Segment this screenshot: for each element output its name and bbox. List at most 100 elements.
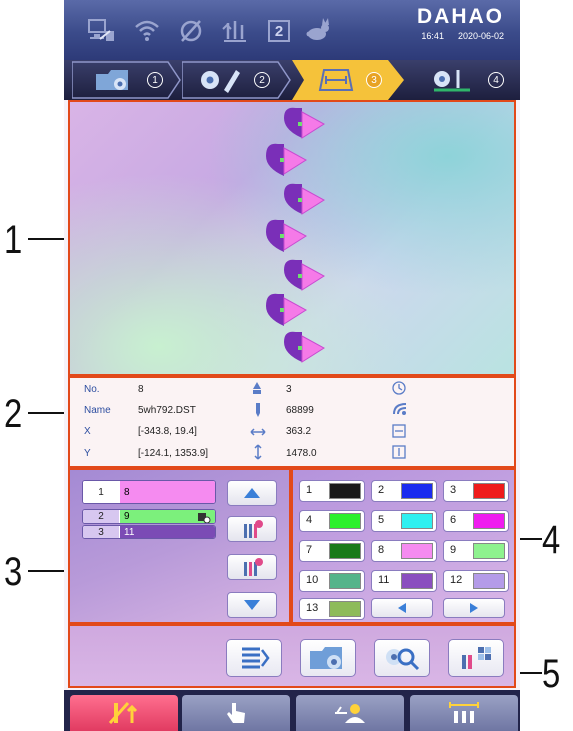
x-label: X bbox=[84, 426, 91, 437]
device-screen: 2 DAHAO 16:41 2020-06-02 1 2 3 4 No. 8 N… bbox=[64, 0, 520, 731]
height-value: 1478.0 bbox=[286, 448, 317, 459]
sequence-row-3[interactable]: 3 11 bbox=[82, 525, 216, 539]
sequence-index: 1 bbox=[83, 481, 119, 503]
no-label: No. bbox=[84, 384, 100, 395]
palette-prev-button[interactable] bbox=[371, 598, 433, 618]
palette-8[interactable]: 8 bbox=[371, 540, 437, 562]
palette-12[interactable]: 12 bbox=[443, 570, 509, 592]
needle-settings-button[interactable] bbox=[448, 639, 504, 677]
flower-needle-icon bbox=[430, 66, 474, 99]
palette-number: 4 bbox=[306, 514, 313, 526]
step-3[interactable]: 3 bbox=[292, 60, 404, 100]
stitch-count-icon bbox=[252, 402, 264, 423]
palette-11[interactable]: 11 bbox=[371, 570, 437, 592]
palette-number: 2 bbox=[378, 484, 385, 496]
scroll-down-button[interactable] bbox=[227, 592, 277, 618]
palette-swatch bbox=[329, 543, 361, 559]
palette-swatch bbox=[401, 483, 433, 499]
rabbit-speed-icon bbox=[302, 14, 336, 48]
step-4-number: 4 bbox=[488, 72, 504, 88]
tab-operator[interactable] bbox=[296, 695, 404, 731]
palette-5[interactable]: 5 bbox=[371, 510, 437, 532]
palette-7[interactable]: 7 bbox=[299, 540, 365, 562]
palette-swatch bbox=[473, 543, 505, 559]
arrow-right-icon bbox=[470, 603, 478, 613]
palette-number: 8 bbox=[378, 544, 385, 556]
palette-number: 3 bbox=[450, 484, 457, 496]
flower-pencil-icon bbox=[198, 66, 242, 99]
palette-swatch bbox=[329, 513, 361, 529]
palette-number: 1 bbox=[306, 484, 313, 496]
palette-swatch bbox=[473, 513, 505, 529]
height-icon bbox=[253, 444, 263, 465]
tab-manual[interactable] bbox=[182, 695, 290, 731]
scroll-up-button[interactable] bbox=[227, 480, 277, 506]
sequence-list-icon bbox=[242, 647, 270, 669]
tab-frame-needles[interactable] bbox=[410, 695, 518, 731]
palette-number: 6 bbox=[450, 514, 457, 526]
step-2[interactable]: 2 bbox=[182, 60, 292, 100]
palette-number: 7 bbox=[306, 544, 313, 556]
main-content: No. 8 Name 5wh792.DST X [-343.8, 19.4] Y… bbox=[64, 100, 520, 690]
needle-add-button[interactable] bbox=[227, 516, 277, 542]
name-value: 5wh792.DST bbox=[138, 405, 196, 416]
brand-name: DAHAO bbox=[417, 5, 504, 28]
callout-4: 4 bbox=[542, 518, 561, 562]
color-palette-panel: 1 2 3 4 5 6 7 8 9 10 11 12 13 bbox=[291, 468, 516, 624]
head-number: 2 bbox=[268, 20, 290, 42]
y-label: Y bbox=[84, 448, 91, 459]
color-count-value: 3 bbox=[286, 384, 292, 395]
design-preview[interactable] bbox=[68, 100, 516, 376]
frame-needles-icon bbox=[449, 702, 479, 723]
palette-swatch bbox=[329, 483, 361, 499]
wifi-icon bbox=[130, 14, 164, 48]
search-design-button[interactable] bbox=[374, 639, 430, 677]
sequence-index: 2 bbox=[83, 510, 119, 523]
tab-needle-switch[interactable] bbox=[70, 695, 178, 731]
no-value: 8 bbox=[138, 384, 144, 395]
head-number-box: 2 bbox=[262, 14, 296, 48]
open-design-button[interactable] bbox=[300, 639, 356, 677]
sequence-list-button[interactable] bbox=[226, 639, 282, 677]
network-computer-icon bbox=[84, 14, 118, 48]
palette-10[interactable]: 10 bbox=[299, 570, 365, 592]
color-count-icon bbox=[250, 381, 264, 400]
palette-6[interactable]: 6 bbox=[443, 510, 509, 532]
step-1[interactable]: 1 bbox=[72, 60, 182, 100]
arrow-up-icon bbox=[244, 488, 260, 498]
palette-9[interactable]: 9 bbox=[443, 540, 509, 562]
palette-1[interactable]: 1 bbox=[299, 480, 365, 502]
palette-13[interactable]: 13 bbox=[299, 598, 365, 620]
x-value: [-343.8, 19.4] bbox=[138, 426, 197, 437]
palette-number: 11 bbox=[378, 574, 390, 586]
status-bar: 2 DAHAO 16:41 2020-06-02 bbox=[64, 0, 520, 60]
sequence-row-1[interactable]: 1 8 bbox=[82, 480, 216, 504]
palette-2[interactable]: 2 bbox=[371, 480, 437, 502]
bottom-nav bbox=[64, 690, 520, 731]
action-bar bbox=[68, 624, 516, 688]
palette-3[interactable]: 3 bbox=[443, 480, 509, 502]
folder-flower-icon bbox=[310, 647, 342, 669]
sequence-index: 3 bbox=[83, 526, 119, 538]
width-value: 363.2 bbox=[286, 426, 312, 437]
palette-swatch bbox=[329, 601, 361, 617]
callout-3: 3 bbox=[4, 550, 23, 594]
clock-date: 2020-06-02 bbox=[457, 31, 504, 41]
palette-number: 9 bbox=[450, 544, 457, 556]
needle-remove-button[interactable] bbox=[227, 554, 277, 580]
frame-height-icon bbox=[392, 445, 406, 464]
needle-switch-icon bbox=[108, 701, 138, 725]
sequence-value: 11 bbox=[120, 526, 215, 538]
step-1-number: 1 bbox=[147, 72, 163, 88]
palette-next-button[interactable] bbox=[443, 598, 505, 618]
needle-add-icon bbox=[244, 520, 263, 538]
palette-number: 13 bbox=[306, 602, 319, 614]
disconnected-icon bbox=[174, 14, 208, 48]
sequence-value: 8 bbox=[120, 481, 215, 503]
palette-swatch bbox=[329, 573, 361, 589]
embroidery-design bbox=[266, 107, 325, 363]
step-4[interactable]: 4 bbox=[404, 60, 516, 100]
palette-4[interactable]: 4 bbox=[299, 510, 365, 532]
sequence-row-2[interactable]: 2 9 bbox=[82, 509, 216, 524]
arrow-left-icon bbox=[398, 603, 406, 613]
